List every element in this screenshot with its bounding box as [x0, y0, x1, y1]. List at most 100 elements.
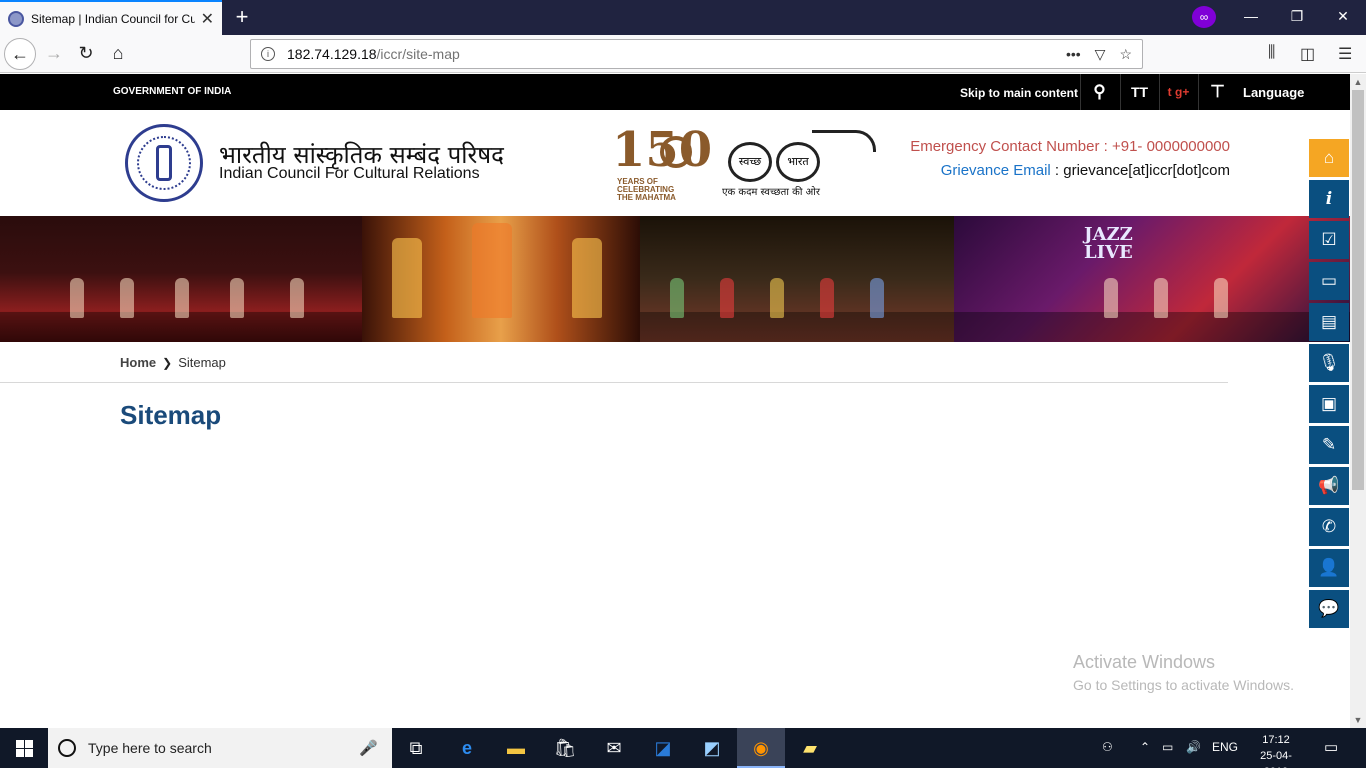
app-icon[interactable]: ◩ [688, 728, 736, 768]
mail-icon[interactable]: ✉ [590, 728, 638, 768]
charkha-wheel-icon [660, 136, 692, 168]
tab-title: Sitemap | Indian Council for Cu [31, 11, 195, 26]
megaphone-icon[interactable]: 📢 [1309, 467, 1349, 505]
person-icon[interactable]: 👤 [1309, 549, 1349, 587]
sidebar-icon[interactable]: ◫ [1300, 44, 1315, 64]
page-actions-icon[interactable]: ••• [1066, 46, 1081, 63]
taskbar-clock[interactable]: 17:12 25-04-2019 [1248, 732, 1304, 768]
site-info-icon[interactable]: i [261, 47, 275, 61]
search-icon[interactable]: ⚲ [1080, 74, 1118, 110]
windows-logo-icon [25, 749, 33, 757]
jazz-sign-line: LIVE [1084, 242, 1133, 263]
card-icon[interactable]: ▭ [1309, 262, 1349, 300]
jazz-live-sign: JAZZ LIVE [1084, 226, 1133, 262]
start-button[interactable] [0, 728, 48, 768]
grievance-label: Grievance Email [940, 162, 1051, 179]
banner-panel-jazz: JAZZ LIVE [954, 216, 1350, 342]
iccr-emblem-logo[interactable] [125, 124, 203, 202]
close-window-button[interactable]: ✕ [1320, 0, 1366, 35]
performer-figure [230, 278, 244, 318]
windows-taskbar: Type here to search 🎤 ⧉ e ▬ 🛍 ✉ ◪ ◩ ◉ ▰ … [0, 728, 1366, 768]
dancer-figure [770, 278, 784, 318]
hero-banner: JAZZ LIVE [0, 216, 1350, 342]
emblem-core [156, 145, 172, 181]
tab-close-icon[interactable]: ✕ [201, 9, 214, 29]
swachh-tagline: एक कदम स्वच्छता की ओर [722, 187, 820, 198]
scrollbar-thumb[interactable] [1352, 90, 1364, 490]
grievance-value: : grievance[at]iccr[dot]com [1050, 162, 1230, 179]
sitemap-icon[interactable]: ⊤ [1198, 74, 1236, 110]
menu-icon[interactable]: ☰ [1338, 44, 1352, 64]
info-icon[interactable]: i [1309, 180, 1349, 218]
text-size-icon[interactable]: TT [1120, 74, 1158, 110]
file-explorer-icon[interactable]: ▬ [492, 728, 540, 768]
browser-tab[interactable]: Sitemap | Indian Council for Cu ✕ [0, 0, 222, 35]
scroll-down-icon[interactable]: ▼ [1350, 712, 1366, 728]
content-divider [0, 382, 1228, 383]
government-strip: GOVERNMENT OF INDIA Skip to main content… [0, 74, 1350, 110]
form-icon[interactable]: ✎ [1309, 426, 1349, 464]
notifications-icon[interactable]: ▭ [1324, 738, 1338, 756]
activate-windows-hint: Go to Settings to activate Windows. [1073, 677, 1294, 693]
scroll-up-icon[interactable]: ▲ [1350, 74, 1366, 90]
language-link[interactable]: Language [1243, 85, 1304, 100]
private-browsing-icon: ∞ [1192, 6, 1216, 28]
skip-to-main-link[interactable]: Skip to main content [960, 86, 1078, 100]
task-view-icon[interactable]: ⧉ [392, 728, 440, 768]
people-icon[interactable]: ⚇ [1102, 740, 1113, 754]
activate-windows-watermark: Activate Windows [1073, 652, 1216, 672]
home-button[interactable]: ⌂ [102, 38, 134, 70]
home-icon[interactable]: ⌂ [1309, 139, 1349, 177]
restore-button[interactable]: ❐ [1274, 0, 1320, 35]
bookmark-star-icon[interactable]: ☆ [1119, 46, 1132, 63]
dancer-figure [820, 278, 834, 318]
url-path: /iccr/site-map [376, 46, 460, 62]
new-tab-button[interactable]: + [230, 4, 254, 30]
mahatma-150-logo: 150 YEARS OF CELEBRATING THE MAHATMA [592, 122, 712, 202]
volume-icon[interactable]: 🔊 [1186, 740, 1201, 754]
feedback-icon[interactable]: 💬 [1309, 590, 1349, 628]
store-icon[interactable]: 🛍 [541, 728, 589, 768]
forward-button[interactable]: → [38, 38, 70, 70]
sticky-notes-icon[interactable]: ▰ [786, 728, 834, 768]
performer-figure [1154, 278, 1168, 318]
cortana-icon [58, 739, 76, 757]
tray-overflow-icon[interactable]: ⌃ [1140, 740, 1150, 754]
back-button[interactable]: ← [4, 38, 36, 70]
clock-time: 17:12 [1262, 734, 1290, 746]
breadcrumb: Home ❯ Sitemap [120, 355, 226, 370]
phone-icon[interactable]: ✆ [1309, 508, 1349, 546]
microphone-icon[interactable]: 🎙 [1309, 344, 1349, 382]
firefox-icon[interactable]: ◉ [737, 728, 785, 768]
glasses-arm-icon [812, 130, 876, 152]
document-icon[interactable]: ▤ [1309, 303, 1349, 341]
logo150-caption: YEARS OF CELEBRATING THE MAHATMA [617, 178, 676, 202]
taskbar-search-placeholder: Type here to search [88, 740, 212, 756]
chevron-right-icon: ❯ [162, 355, 173, 370]
dancer-figure [870, 278, 884, 318]
banner-panel-dance [362, 216, 640, 342]
dancer-figure [472, 223, 512, 318]
breadcrumb-home-link[interactable]: Home [120, 355, 156, 370]
windows-logo-icon [16, 749, 24, 757]
pocket-icon[interactable]: ▽ [1095, 46, 1106, 63]
gallery-icon[interactable]: ▣ [1309, 385, 1349, 423]
taskbar-search-box[interactable]: Type here to search 🎤 [48, 728, 392, 768]
edge-icon[interactable]: e [443, 728, 491, 768]
network-icon[interactable]: ▭ [1162, 740, 1173, 754]
outlook-icon[interactable]: ◪ [639, 728, 687, 768]
browser-nav-bar: ← → ↻ ⌂ i 182.74.129.18 /iccr/site-map •… [0, 35, 1366, 73]
library-icon[interactable]: ⫼ [1268, 44, 1275, 62]
performer-figure [120, 278, 134, 318]
input-language[interactable]: ENG [1212, 740, 1238, 754]
url-host: 182.74.129.18 [287, 46, 377, 62]
address-bar[interactable]: i 182.74.129.18 /iccr/site-map ••• ▽ ☆ [250, 39, 1143, 69]
minimize-button[interactable]: — [1228, 0, 1274, 35]
social-media-icon[interactable]: t g+ [1159, 74, 1197, 110]
windows-logo-icon [25, 740, 33, 748]
clipboard-icon[interactable]: ☑ [1309, 221, 1349, 259]
reload-button[interactable]: ↻ [70, 38, 102, 70]
site-favicon-icon [8, 10, 24, 27]
microphone-icon[interactable]: 🎤 [359, 739, 378, 757]
performer-figure [1214, 278, 1228, 318]
